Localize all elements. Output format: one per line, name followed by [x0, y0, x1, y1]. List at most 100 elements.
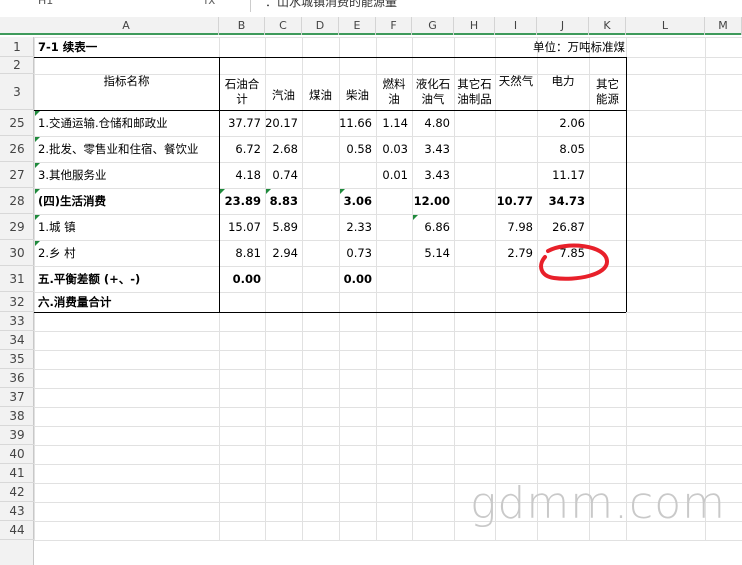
row-header-37[interactable]: 37 [0, 388, 34, 407]
row-header-28[interactable]: 28 [0, 188, 34, 214]
row-header-42[interactable]: 42 [0, 483, 34, 502]
header-natural-gas: 天然气 [498, 74, 534, 88]
row-label: 五.平衡差额 (+、-) [38, 272, 141, 286]
row-header-2[interactable]: 2 [0, 57, 34, 74]
row-header-30[interactable]: 30 [0, 240, 34, 266]
cell-lpg: 3.43 [424, 168, 450, 182]
column-header-k[interactable]: K [589, 17, 626, 35]
cell-electricity: 34.73 [548, 194, 585, 208]
row-header-32[interactable]: 32 [0, 292, 34, 312]
header-kerosene: 煤油 [309, 88, 332, 102]
cell-electricity: 2.06 [559, 116, 585, 130]
column-header-a[interactable]: A [34, 17, 219, 35]
table-border-bottom [34, 312, 626, 313]
column-header-l[interactable]: L [626, 17, 705, 35]
cell-diesel: 0.73 [346, 246, 372, 260]
column-header-b[interactable]: B [219, 17, 265, 35]
row-header-38[interactable]: 38 [0, 407, 34, 426]
row-header-33[interactable]: 33 [0, 312, 34, 331]
cell-fuel-oil: 1.14 [382, 116, 408, 130]
column-header-e[interactable]: E [339, 17, 376, 35]
watermark: gdmm.com [470, 478, 727, 529]
row-header-35[interactable]: 35 [0, 350, 34, 369]
row-header-27[interactable]: 27 [0, 162, 34, 188]
gridline-h [34, 426, 742, 427]
number-as-text-marker [35, 189, 40, 194]
number-as-text-marker [35, 163, 40, 168]
name-box[interactable]: H1 [38, 0, 53, 7]
column-header-j[interactable]: J [537, 17, 589, 35]
indicator-column-border [219, 57, 220, 312]
row-label: (四)生活消费 [38, 194, 107, 208]
header-petroleum-total: 石油合计 [224, 77, 260, 106]
number-as-text-marker [413, 215, 418, 220]
gridline-h [34, 464, 742, 465]
row-header-39[interactable]: 39 [0, 426, 34, 445]
row-header-26[interactable]: 26 [0, 136, 34, 162]
table-title: 7-1 续表一 [38, 40, 98, 54]
column-header-m[interactable]: M [705, 17, 742, 35]
header-indicator: 指标名称 [103, 74, 150, 88]
cell-diesel: 0.00 [343, 272, 372, 286]
row-header-1[interactable]: 1 [0, 37, 34, 57]
cell-gasoline: 20.17 [265, 116, 298, 130]
cell-gasoline: 2.68 [272, 142, 298, 156]
fx-icon[interactable]: fx [204, 0, 215, 7]
cell-petroleum-total: 23.89 [224, 194, 261, 208]
column-header-c[interactable]: C [265, 17, 302, 35]
column-header-d[interactable]: D [302, 17, 339, 35]
row-header-31[interactable]: 31 [0, 266, 34, 292]
gridline-h [34, 350, 742, 351]
cell-gasoline: 2.94 [272, 246, 298, 260]
cell-diesel: 2.33 [346, 220, 372, 234]
number-as-text-marker [340, 189, 345, 194]
row-header-3[interactable]: 3 [0, 74, 34, 110]
cell-electricity: 26.87 [552, 220, 585, 234]
header-diesel: 柴油 [346, 88, 369, 102]
table-border-right [626, 57, 627, 312]
row-header-29[interactable]: 29 [0, 214, 34, 240]
cell-lpg: 4.80 [424, 116, 450, 130]
gridline-h [34, 369, 742, 370]
cell-petroleum-total: 37.77 [228, 116, 261, 130]
row-label: 1.城 镇 [38, 220, 76, 234]
cell-fuel-oil: 0.03 [382, 142, 408, 156]
row-label: 六.消费量合计 [38, 295, 112, 309]
header-other-petro: 其它石油制品 [457, 77, 492, 106]
row-header-34[interactable]: 34 [0, 331, 34, 350]
header-lpg: 液化石油气 [415, 77, 451, 106]
number-as-text-marker [35, 137, 40, 142]
cell-fuel-oil: 0.01 [382, 168, 408, 182]
cell-diesel: 11.66 [339, 116, 372, 130]
row-header-25[interactable]: 25 [0, 110, 34, 136]
cell-petroleum-total: 8.81 [235, 246, 261, 260]
formula-bar: H1 fx ：山水城镇消费的能源量 [0, 0, 742, 12]
column-header-f[interactable]: F [376, 17, 412, 35]
row-header-bar: 1 2 3 25 26 27 28 29 30 31 32 33 34 35 36 37 38 39 40 41 42 4… [0, 37, 34, 565]
cell-diesel: 0.58 [346, 142, 372, 156]
column-header-h[interactable]: H [454, 17, 495, 35]
number-as-text-marker [35, 111, 40, 116]
header-other-energy: 其它能源 [596, 77, 619, 106]
row-header-41[interactable]: 41 [0, 464, 34, 483]
row-header-40[interactable]: 40 [0, 445, 34, 464]
cell-lpg: 12.00 [413, 194, 450, 208]
gridline-h [34, 445, 742, 446]
cell-electricity: 11.17 [552, 168, 585, 182]
cell-electricity: 8.05 [559, 142, 585, 156]
row-header-43[interactable]: 43 [0, 502, 34, 521]
row-header-44[interactable]: 44 [0, 521, 34, 540]
cell-natural-gas: 7.98 [507, 220, 533, 234]
column-header-g[interactable]: G [412, 17, 454, 35]
row-header-36[interactable]: 36 [0, 369, 34, 388]
header-gasoline: 汽油 [272, 88, 295, 102]
formula-input[interactable]: ：山水城镇消费的能源量 [250, 0, 742, 12]
header-fuel-oil: 燃料油 [382, 77, 406, 106]
row-label: 2.乡 村 [38, 246, 76, 260]
table-unit: 单位：万吨标准煤 [533, 40, 625, 54]
cell-gasoline: 0.74 [272, 168, 298, 182]
number-as-text-marker [266, 189, 271, 194]
row-label: 1.交通运输.仓储和邮政业 [38, 116, 168, 130]
red-circle-annotation [539, 243, 609, 281]
column-header-i[interactable]: I [495, 17, 537, 35]
